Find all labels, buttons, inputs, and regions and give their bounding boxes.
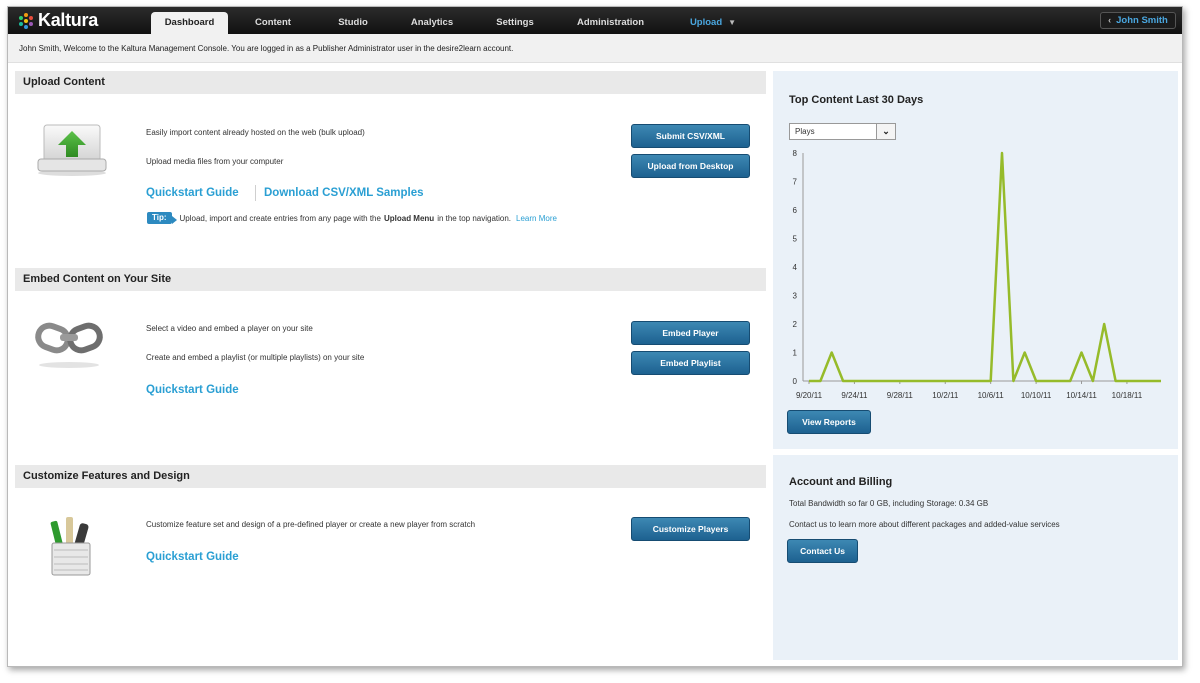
kaltura-flower-icon xyxy=(19,12,33,29)
tip-text-after: in the top navigation. xyxy=(437,213,512,223)
tip-text-before: Upload, import and create entries from a… xyxy=(179,213,381,223)
upload-section-title: Upload Content xyxy=(15,71,766,94)
kaltura-logo[interactable]: Kaltura xyxy=(17,10,98,31)
y-tick-label: 5 xyxy=(793,235,798,244)
x-tick-label: 10/14/11 xyxy=(1066,391,1097,400)
upload-from-desktop-button[interactable]: Upload from Desktop xyxy=(631,154,750,178)
tab-analytics[interactable]: Analytics xyxy=(397,12,467,34)
pencil-cup-icon xyxy=(44,511,100,584)
submit-csv-xml-button[interactable]: Submit CSV/XML xyxy=(631,124,750,148)
y-tick-label: 4 xyxy=(793,263,798,272)
billing-panel: Account and Billing Total Bandwidth so f… xyxy=(773,455,1178,660)
upload-quickstart-link[interactable]: Quickstart Guide xyxy=(146,187,239,199)
tip-badge: Tip: xyxy=(147,212,176,224)
tab-settings[interactable]: Settings xyxy=(480,12,550,34)
user-name: John Smith xyxy=(1116,15,1168,26)
x-tick-label: 9/28/11 xyxy=(887,391,914,400)
x-tick-label: 10/10/11 xyxy=(1021,391,1052,400)
chain-link-icon xyxy=(34,317,104,374)
upload-bulk-text: Easily import content already hosted on … xyxy=(146,128,365,137)
customize-players-button[interactable]: Customize Players xyxy=(631,517,750,541)
view-reports-button[interactable]: View Reports xyxy=(787,410,871,434)
upload-tip: Tip: Upload, import and create entries f… xyxy=(147,212,557,224)
embed-playlist-button[interactable]: Embed Playlist xyxy=(631,351,750,375)
embed-playlist-text: Create and embed a playlist (or multiple… xyxy=(146,353,365,362)
tab-upload-label: Upload xyxy=(689,17,723,28)
y-tick-label: 0 xyxy=(793,377,798,386)
embed-quickstart-link[interactable]: Quickstart Guide xyxy=(146,384,239,396)
x-tick-label: 10/18/11 xyxy=(1112,391,1143,400)
tip-text-bold: Upload Menu xyxy=(383,213,435,223)
x-tick-label: 9/20/11 xyxy=(796,391,823,400)
embed-player-text: Select a video and embed a player on you… xyxy=(146,324,313,333)
chevron-down-icon: ▼ xyxy=(728,18,737,27)
tab-upload[interactable]: Upload ▼ xyxy=(678,12,748,34)
x-tick-label: 10/2/11 xyxy=(932,391,959,400)
logo-text: Kaltura xyxy=(38,10,98,30)
contact-text: Contact us to learn more about different… xyxy=(789,520,1060,529)
top-content-chart: 0 1 2 3 4 5 6 7 8 9/20/11 9/24/11 9/28/11 10/2/11 10/… xyxy=(793,149,1161,400)
link-divider xyxy=(255,185,256,201)
bandwidth-text: Total Bandwidth so far 0 GB, including S… xyxy=(789,499,989,508)
chevron-down-icon: ⌄ xyxy=(876,124,895,139)
welcome-message: John Smith, Welcome to the Kaltura Manag… xyxy=(8,34,1182,63)
y-tick-label: 2 xyxy=(793,320,798,329)
metric-select[interactable]: Plays ⌄ xyxy=(789,123,896,140)
embed-player-button[interactable]: Embed Player xyxy=(631,321,750,345)
chevron-left-icon: ‹ xyxy=(1108,15,1112,25)
y-tick-label: 1 xyxy=(793,349,798,358)
user-menu-button[interactable]: ‹ John Smith xyxy=(1100,12,1176,29)
plays-series-line xyxy=(809,151,1161,383)
contact-us-button[interactable]: Contact Us xyxy=(787,539,858,563)
y-tick-label: 7 xyxy=(793,178,798,187)
tab-studio[interactable]: Studio xyxy=(318,12,388,34)
tab-administration[interactable]: Administration xyxy=(568,12,653,34)
customize-section-title: Customize Features and Design xyxy=(15,465,766,488)
y-tick-label: 6 xyxy=(793,206,798,215)
tab-dashboard[interactable]: Dashboard xyxy=(151,12,228,34)
learn-more-link[interactable]: Learn More xyxy=(516,214,557,223)
metric-select-value: Plays xyxy=(795,127,815,136)
upload-tray-icon xyxy=(34,121,110,182)
y-tick-label: 8 xyxy=(793,149,798,158)
y-tick-label: 3 xyxy=(793,292,798,301)
download-samples-link[interactable]: Download CSV/XML Samples xyxy=(264,187,424,199)
top-content-panel: Top Content Last 30 Days Plays ⌄ 0 1 2 3 4 5 6… xyxy=(773,71,1178,449)
x-tick-label: 9/24/11 xyxy=(841,391,868,400)
embed-section-title: Embed Content on Your Site xyxy=(15,268,766,291)
tab-content[interactable]: Content xyxy=(238,12,308,34)
billing-title: Account and Billing xyxy=(789,476,893,488)
customize-quickstart-link[interactable]: Quickstart Guide xyxy=(146,551,239,563)
top-navigation: Kaltura Dashboard Content Studio Analyti… xyxy=(8,7,1182,34)
top-content-title: Top Content Last 30 Days xyxy=(789,94,924,106)
customize-text: Customize feature set and design of a pr… xyxy=(146,520,476,529)
upload-desktop-text: Upload media files from your computer xyxy=(146,157,284,166)
x-tick-label: 10/6/11 xyxy=(978,391,1005,400)
app-window: Kaltura Dashboard Content Studio Analyti… xyxy=(7,6,1183,667)
